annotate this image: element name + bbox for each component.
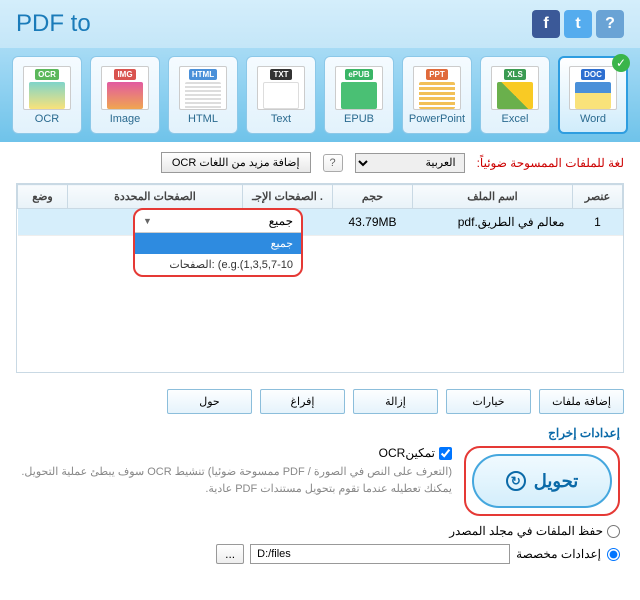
facebook-icon[interactable]: f bbox=[532, 10, 560, 38]
refresh-icon: ↻ bbox=[506, 471, 526, 491]
add-files-button[interactable]: إضافة ملفات bbox=[539, 389, 624, 414]
ocr-note: (التعرف على النص في الصورة / PDF ممسوحة … bbox=[20, 464, 452, 497]
files-table: عنصر اسم الملف حجم . الصفحات الإجـ الصفح… bbox=[17, 184, 623, 236]
twitter-icon[interactable]: t bbox=[564, 10, 592, 38]
browse-button[interactable]: ... bbox=[216, 544, 244, 564]
options-button[interactable]: خيارات bbox=[446, 389, 531, 414]
table-row[interactable]: 1 معالم في الطريق.pdf 43.79MB 196 bbox=[18, 209, 623, 236]
format-toolbar: OCROCR IMGImage HTMLHTML TXTText ePUBEPU… bbox=[0, 48, 640, 142]
help-icon[interactable]: ? bbox=[596, 10, 624, 38]
add-ocr-lang-button[interactable]: إضافة مزيد من اللغات OCR bbox=[161, 152, 311, 173]
app-title: PDF to bbox=[16, 10, 91, 38]
pages-option-all[interactable]: جميع bbox=[135, 233, 301, 254]
col-filename[interactable]: اسم الملف bbox=[413, 185, 573, 209]
tool-ppt[interactable]: PPTPowerPoint bbox=[402, 56, 472, 134]
output-path-input[interactable] bbox=[250, 544, 510, 564]
tool-epub[interactable]: ePUBEPUB bbox=[324, 56, 394, 134]
ocr-lang-select[interactable]: العربية bbox=[355, 153, 465, 173]
col-selectedpages[interactable]: الصفحات المحددة bbox=[68, 185, 243, 209]
clear-button[interactable]: إفراغ bbox=[260, 389, 345, 414]
lang-help-icon[interactable]: ? bbox=[323, 154, 343, 172]
check-icon: ✓ bbox=[612, 54, 630, 72]
col-index[interactable]: عنصر bbox=[573, 185, 623, 209]
col-status[interactable]: وضع bbox=[18, 185, 68, 209]
col-size[interactable]: حجم bbox=[333, 185, 413, 209]
chevron-down-icon: ▼ bbox=[143, 216, 152, 226]
pages-option-range[interactable]: الصفحات: (e.g.(1,3,5,7-10 bbox=[135, 254, 301, 275]
remove-button[interactable]: إزالة bbox=[353, 389, 438, 414]
tool-image[interactable]: IMGImage bbox=[90, 56, 160, 134]
about-button[interactable]: حول bbox=[167, 389, 252, 414]
enable-ocr-checkbox[interactable] bbox=[439, 447, 452, 460]
pages-dropdown[interactable]: جميع▼ جميع الصفحات: (e.g.(1,3,5,7-10 bbox=[133, 208, 303, 277]
tool-excel[interactable]: XLSExcel bbox=[480, 56, 550, 134]
save-source-radio[interactable] bbox=[607, 525, 620, 538]
ocr-lang-label: لغة للملفات الممسوحة ضوئياً: bbox=[477, 156, 624, 170]
output-settings-title: إعدادات إخراج bbox=[20, 426, 620, 440]
tool-ocr[interactable]: OCROCR bbox=[12, 56, 82, 134]
tool-word[interactable]: ✓DOCWord bbox=[558, 56, 628, 134]
col-totalpages[interactable]: . الصفحات الإجـ bbox=[243, 185, 333, 209]
tool-html[interactable]: HTMLHTML bbox=[168, 56, 238, 134]
convert-button[interactable]: تحويل ↻ bbox=[472, 454, 612, 508]
tool-text[interactable]: TXTText bbox=[246, 56, 316, 134]
custom-path-radio[interactable] bbox=[607, 548, 620, 561]
